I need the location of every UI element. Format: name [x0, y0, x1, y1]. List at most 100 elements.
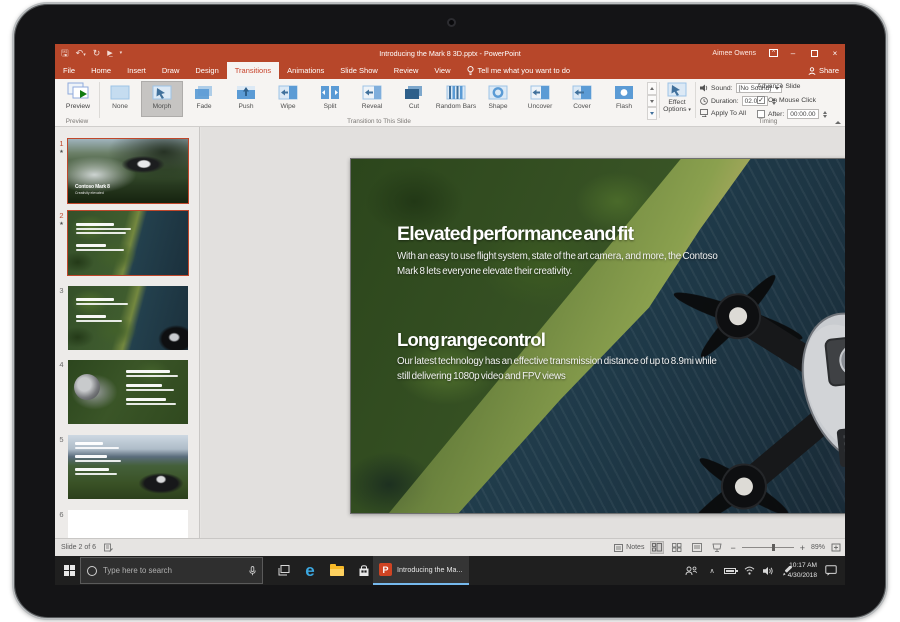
apply-to-all-button[interactable]: Apply To All [700, 109, 746, 117]
transition-morph[interactable]: Morph [141, 81, 183, 117]
task-view-button[interactable] [275, 556, 293, 585]
customize-qat-icon[interactable]: ▾ [120, 50, 123, 56]
tab-slide-show[interactable]: Slide Show [332, 62, 386, 79]
slide-thumbnail-2[interactable] [68, 211, 188, 275]
slide-sorter-view-button[interactable] [670, 541, 684, 554]
tab-design[interactable]: Design [187, 62, 226, 79]
on-mouse-click-checkbox[interactable]: ✓ [757, 96, 765, 104]
people-button[interactable] [683, 556, 699, 585]
gallery-scroll-down-icon[interactable] [647, 95, 657, 108]
slide-heading-2[interactable]: Long range control [397, 329, 545, 351]
transition-cover[interactable]: Cover [561, 81, 603, 117]
volume-control[interactable] [760, 556, 777, 585]
after-checkbox[interactable] [757, 110, 765, 118]
start-from-beginning-icon[interactable]: ▶̲ [107, 50, 112, 57]
undo-icon[interactable]: ↶▾ [76, 49, 86, 58]
start-button[interactable] [60, 556, 78, 585]
clock-time: 10:17 AM [788, 561, 817, 571]
search-input[interactable] [103, 566, 243, 575]
transition-cut[interactable]: Cut [393, 81, 435, 117]
thumb1-scene: Contoso Mark 8 Creativity elevated [68, 139, 188, 203]
tab-transitions[interactable]: Transitions [227, 62, 279, 79]
ribbon-display-options-icon[interactable]: ^ [769, 49, 778, 57]
transition-shape[interactable]: Shape [477, 81, 519, 117]
slide-thumbnail-3[interactable] [68, 286, 188, 350]
transition-split[interactable]: Split [309, 81, 351, 117]
slide-thumbnail-5[interactable] [68, 435, 188, 499]
network-status[interactable] [741, 556, 757, 585]
quick-access-toolbar: 🖫 ↶▾ ↻ ▶̲ ▾ [61, 44, 122, 62]
battery-status[interactable] [721, 556, 739, 585]
transition-star-icon[interactable]: ★ [57, 149, 66, 155]
tab-animations[interactable]: Animations [279, 62, 332, 79]
file-explorer-button[interactable] [328, 556, 346, 585]
slide-body-2[interactable]: Our latest technology has an effective t… [397, 354, 719, 384]
tab-insert[interactable]: Insert [119, 62, 154, 79]
effect-options-button[interactable]: Effect Options ▾ [662, 82, 692, 113]
transition-flash[interactable]: Flash [603, 81, 645, 117]
collapse-ribbon-icon[interactable] [835, 121, 841, 124]
on-mouse-click-label: On Mouse Click [768, 97, 816, 104]
slide-thumbnail-4[interactable] [68, 360, 188, 424]
restore-button[interactable] [808, 47, 820, 59]
tell-me-box[interactable]: Tell me what you want to do [459, 62, 579, 79]
transition-reveal[interactable]: Reveal [351, 81, 393, 117]
share-button[interactable]: Share [808, 62, 839, 79]
notes-button[interactable]: Notes [614, 544, 644, 552]
action-center-button[interactable] [821, 556, 841, 585]
thumb1-title: Contoso Mark 8 [75, 184, 110, 190]
preview-button[interactable]: Preview [61, 82, 95, 110]
thumb5-scene [68, 435, 188, 499]
slide-heading-1[interactable]: Elevated performance and fit [397, 223, 633, 246]
work-area: 1 ★ Contoso Mark 8 Creativity elevated 2… [55, 127, 845, 538]
current-slide[interactable]: Elevated performance and fit With an eas… [350, 158, 845, 514]
spellcheck-icon[interactable] [104, 543, 113, 552]
slide-thumbnail-1[interactable]: Contoso Mark 8 Creativity elevated [68, 139, 188, 203]
save-icon[interactable]: 🖫 [61, 49, 69, 58]
tab-review[interactable]: Review [386, 62, 427, 79]
taskbar-search-box[interactable] [80, 557, 263, 584]
after-spinner[interactable] [823, 111, 827, 118]
signed-in-user[interactable]: Aimee Owens [712, 50, 756, 57]
taskbar-clock[interactable]: 10:17 AM 4/30/2018 [788, 556, 817, 585]
hidden-icons-chevron[interactable]: ∧ [705, 556, 719, 585]
transition-star-icon[interactable]: ★ [57, 221, 66, 227]
thumb2-scene [68, 211, 188, 275]
edge-browser-button[interactable]: e [301, 556, 319, 585]
close-button[interactable]: × [829, 47, 841, 59]
normal-view-button[interactable] [650, 541, 664, 554]
lightbulb-icon [467, 66, 474, 76]
slide-body-1[interactable]: With an easy to use flight system, state… [397, 249, 729, 279]
slide-thumbnail-panel: 1 ★ Contoso Mark 8 Creativity elevated 2… [55, 127, 200, 538]
fit-to-window-icon[interactable] [831, 543, 841, 552]
speaker-icon [763, 566, 774, 576]
slideshow-view-button[interactable] [710, 541, 724, 554]
gallery-scroll-up-icon[interactable] [647, 82, 657, 95]
thumb5-drone [136, 469, 186, 495]
tab-draw[interactable]: Draw [154, 62, 188, 79]
reading-view-button[interactable] [690, 541, 704, 554]
edge-icon: e [305, 562, 314, 579]
page: 🖫 ↶▾ ↻ ▶̲ ▾ Introducing the Mark 8 3D.pp… [0, 0, 900, 622]
zoom-slider[interactable] [742, 547, 794, 548]
tab-view[interactable]: View [426, 62, 458, 79]
transition-push[interactable]: Push [225, 81, 267, 117]
microphone-icon[interactable] [249, 566, 256, 576]
transition-uncover[interactable]: Uncover [519, 81, 561, 117]
transition-none[interactable]: None [99, 81, 141, 117]
minimize-button[interactable]: – [787, 47, 799, 59]
zoom-in-button[interactable]: + [800, 543, 805, 553]
slide-thumbnail-6[interactable] [68, 510, 188, 538]
zoom-level[interactable]: 89% [811, 544, 825, 551]
transition-fade[interactable]: Fade [183, 81, 225, 117]
tell-me-label: Tell me what you want to do [478, 66, 571, 75]
transition-wipe[interactable]: Wipe [267, 81, 309, 117]
redo-icon[interactable]: ↻ [93, 49, 101, 58]
zoom-slider-thumb[interactable] [772, 544, 775, 551]
zoom-out-button[interactable]: − [730, 543, 735, 553]
taskbar-powerpoint-button[interactable]: P Introducing the Ma... [373, 556, 469, 585]
tab-file[interactable]: File [55, 62, 83, 79]
transition-random-bars[interactable]: Random Bars [435, 81, 477, 117]
tab-home[interactable]: Home [83, 62, 119, 79]
store-button[interactable] [355, 556, 373, 585]
